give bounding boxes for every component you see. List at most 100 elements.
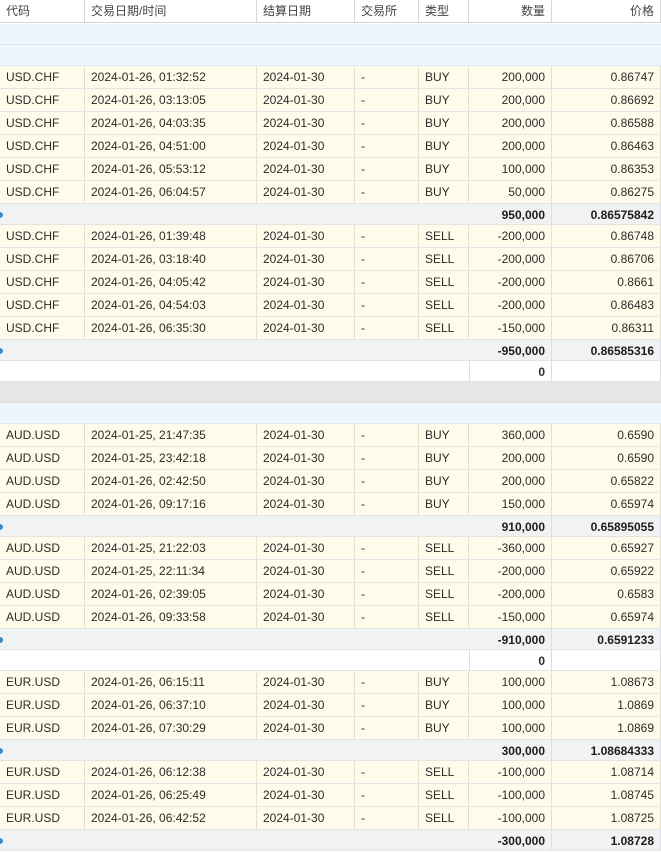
group-header-row[interactable] (0, 403, 661, 424)
trade-price-cell: 0.86275 (552, 181, 661, 203)
trade-settle-date-cell: 2024-01-30 (257, 294, 355, 316)
trade-row[interactable]: USD.CHF 2024-01-26, 03:18:40 2024-01-30- SE… (0, 248, 661, 271)
trade-row[interactable]: USD.CHF 2024-01-26, 06:04:57 2024-01-30- BU… (0, 181, 661, 204)
trade-row[interactable]: USD.CHF 2024-01-26, 01:32:52 2024-01-30- BU… (0, 66, 661, 89)
trade-row[interactable]: EUR.USD 2024-01-26, 06:15:11 2024-01-30- BU… (0, 671, 661, 694)
trade-quantity-cell: 200,000 (469, 66, 552, 88)
trade-row[interactable]: AUD.USD 2024-01-25, 21:47:35 2024-01-30- BU… (0, 424, 661, 447)
trade-row[interactable]: USD.CHF 2024-01-26, 03:13:05 2024-01-30- BU… (0, 89, 661, 112)
trade-row[interactable]: AUD.USD 2024-01-26, 09:17:16 2024-01-30- BU… (0, 493, 661, 516)
subtotal-empty-cell (419, 516, 469, 536)
group-header-row[interactable] (0, 45, 661, 66)
trade-quantity-cell: 100,000 (469, 694, 552, 716)
trade-symbol-cell: AUD.USD (0, 606, 85, 628)
trade-row[interactable]: EUR.USD 2024-01-26, 06:25:49 2024-01-30- SE… (0, 784, 661, 807)
trade-trade-datetime-cell: 2024-01-26, 02:39:05 (85, 583, 257, 605)
subtotal-price: 0.65895055 (552, 516, 661, 536)
trade-row[interactable]: USD.CHF 2024-01-26, 04:54:03 2024-01-30- SE… (0, 294, 661, 317)
subtotal-row[interactable]: 910,000 0.65895055 (0, 516, 661, 537)
net-quantity: 0 (469, 361, 552, 381)
trade-type-cell: BUY (419, 447, 469, 469)
trade-symbol-cell: EUR.USD (0, 761, 85, 783)
trade-row[interactable]: USD.CHF 2024-01-26, 05:53:12 2024-01-30- BU… (0, 158, 661, 181)
trade-row[interactable]: EUR.USD 2024-01-26, 06:37:10 2024-01-30- BU… (0, 694, 661, 717)
trade-type-cell: BUY (419, 135, 469, 157)
subtotal-empty-cell (85, 629, 257, 649)
trade-exchange-cell: - (355, 537, 419, 559)
subtotal-empty-cell (355, 629, 419, 649)
trade-row[interactable]: USD.CHF 2024-01-26, 01:39:48 2024-01-30- SE… (0, 225, 661, 248)
subtotal-row[interactable]: -300,000 1.08728 (0, 830, 661, 851)
trade-price-cell: 0.65927 (552, 537, 661, 559)
trade-symbol-cell: USD.CHF (0, 248, 85, 270)
trade-row[interactable]: EUR.USD 2024-01-26, 06:42:52 2024-01-30- SE… (0, 807, 661, 830)
column-header-exchange[interactable]: 交易所 (355, 0, 419, 22)
trade-settle-date-cell: 2024-01-30 (257, 225, 355, 247)
trade-symbol-cell: AUD.USD (0, 470, 85, 492)
net-position-row[interactable]: 0 (0, 361, 661, 382)
trade-symbol-cell: USD.CHF (0, 135, 85, 157)
trade-trade-datetime-cell: 2024-01-25, 21:47:35 (85, 424, 257, 446)
trade-settle-date-cell: 2024-01-30 (257, 112, 355, 134)
trade-row[interactable]: EUR.USD 2024-01-26, 06:12:38 2024-01-30- SE… (0, 761, 661, 784)
trade-row[interactable]: USD.CHF 2024-01-26, 06:35:30 2024-01-30- SE… (0, 317, 661, 340)
trade-exchange-cell: - (355, 784, 419, 806)
trade-exchange-cell: - (355, 606, 419, 628)
trade-symbol-cell: USD.CHF (0, 112, 85, 134)
trade-trade-datetime-cell: 2024-01-26, 06:12:38 (85, 761, 257, 783)
trade-symbol-cell: AUD.USD (0, 447, 85, 469)
section-separator (0, 382, 661, 403)
trade-row[interactable]: EUR.USD 2024-01-26, 07:30:29 2024-01-30- BU… (0, 717, 661, 740)
trade-trade-datetime-cell: 2024-01-26, 03:13:05 (85, 89, 257, 111)
subtotal-empty-cell (257, 516, 355, 536)
trade-trade-datetime-cell: 2024-01-26, 06:04:57 (85, 181, 257, 203)
subtotal-quantity: -910,000 (469, 629, 552, 649)
trade-price-cell: 1.08714 (552, 761, 661, 783)
trade-settle-date-cell: 2024-01-30 (257, 671, 355, 693)
trade-symbol-cell: USD.CHF (0, 158, 85, 180)
trade-price-cell: 0.86353 (552, 158, 661, 180)
trade-exchange-cell: - (355, 271, 419, 293)
trade-row[interactable]: USD.CHF 2024-01-26, 04:03:35 2024-01-30- BU… (0, 112, 661, 135)
trade-exchange-cell: - (355, 447, 419, 469)
column-header-price[interactable]: 价格 (552, 0, 661, 22)
trade-trade-datetime-cell: 2024-01-26, 03:18:40 (85, 248, 257, 270)
net-price-empty (552, 650, 661, 670)
trade-row[interactable]: AUD.USD 2024-01-25, 23:42:18 2024-01-30- BU… (0, 447, 661, 470)
subtotal-empty-cell (257, 340, 355, 360)
trade-row[interactable]: USD.CHF 2024-01-26, 04:05:42 2024-01-30- SE… (0, 271, 661, 294)
column-header-quantity[interactable]: 数量 (469, 0, 552, 22)
trade-settle-date-cell: 2024-01-30 (257, 135, 355, 157)
column-header-settle-date[interactable]: 结算日期 (257, 0, 355, 22)
trade-row[interactable]: AUD.USD 2024-01-26, 02:42:50 2024-01-30- BU… (0, 470, 661, 493)
subtotal-row[interactable]: -950,000 0.86585316 (0, 340, 661, 361)
trade-row[interactable]: AUD.USD 2024-01-26, 09:33:58 2024-01-30- SE… (0, 606, 661, 629)
trade-price-cell: 1.08745 (552, 784, 661, 806)
trade-type-cell: BUY (419, 89, 469, 111)
trade-quantity-cell: -150,000 (469, 317, 552, 339)
subtotal-empty-cell (85, 340, 257, 360)
subtotal-row[interactable]: 300,000 1.08684333 (0, 740, 661, 761)
trade-trade-datetime-cell: 2024-01-26, 06:15:11 (85, 671, 257, 693)
subtotal-row[interactable]: 950,000 0.86575842 (0, 204, 661, 225)
trade-row[interactable]: AUD.USD 2024-01-25, 21:22:03 2024-01-30- SE… (0, 537, 661, 560)
trade-row[interactable]: AUD.USD 2024-01-26, 02:39:05 2024-01-30- SE… (0, 583, 661, 606)
subtotal-empty-cell (257, 740, 355, 760)
net-price-empty (552, 361, 661, 381)
trade-exchange-cell: - (355, 317, 419, 339)
column-header-trade-datetime[interactable]: 交易日期/时间 (85, 0, 257, 22)
trade-row[interactable]: AUD.USD 2024-01-25, 22:11:34 2024-01-30- SE… (0, 560, 661, 583)
net-position-row[interactable]: 0 (0, 650, 661, 671)
group-header-row[interactable] (0, 24, 661, 45)
subtotal-empty-cell (257, 830, 355, 850)
trade-settle-date-cell: 2024-01-30 (257, 447, 355, 469)
column-header-symbol[interactable]: 代码 (0, 0, 85, 22)
trade-row[interactable]: USD.CHF 2024-01-26, 04:51:00 2024-01-30- BU… (0, 135, 661, 158)
trade-settle-date-cell: 2024-01-30 (257, 583, 355, 605)
column-header-type[interactable]: 类型 (419, 0, 469, 22)
subtotal-row[interactable]: -910,000 0.6591233 (0, 629, 661, 650)
trade-settle-date-cell: 2024-01-30 (257, 317, 355, 339)
trade-settle-date-cell: 2024-01-30 (257, 89, 355, 111)
trade-quantity-cell: 200,000 (469, 89, 552, 111)
trade-quantity-cell: 100,000 (469, 158, 552, 180)
